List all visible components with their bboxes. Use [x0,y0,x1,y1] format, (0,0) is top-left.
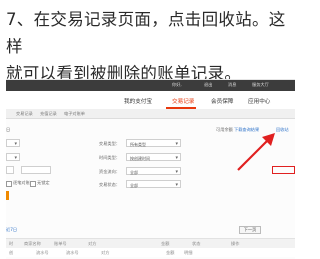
date-input-2[interactable] [21,166,51,174]
option-label-1: 逐笔对账 [13,180,30,185]
chevron-down-icon: ▾ [175,181,178,188]
main-nav: 我的支付宝 交易记录 会员保障 应用中心 [6,91,295,109]
column-subheader: 明细 [184,250,193,255]
chevron-down-icon: ▾ [175,168,178,175]
trade-type-value: 所有类型 [130,141,146,147]
date-input-1[interactable] [6,166,14,174]
column-header: 账单号 [54,241,67,246]
column-subheader: 流水号 [36,250,49,255]
option-checkbox-2[interactable] [30,181,36,187]
time-type-select[interactable]: 按创建时间 ▾ [126,153,181,161]
left-select-2[interactable]: ▾ [6,153,20,161]
option-checkbox-1[interactable] [6,181,12,187]
amount-flow-select[interactable]: 全部 ▾ [126,167,181,175]
messages-link[interactable]: 消息 [228,82,236,88]
download-link[interactable]: 下载查询结果 [234,127,259,133]
table-subheader-row: 创 流水号 流水号 对方 金额 明细 [6,248,295,257]
nav-member[interactable]: 会员保障 [211,97,233,105]
column-subheader: 对方 [101,250,110,255]
sub-tabs: 交易记录 充值记录 电子对账单 [6,109,295,119]
column-subheader: 创 [9,250,14,255]
time-type-label: 时间类型： [99,155,120,160]
trade-type-select[interactable]: 所有类型 ▾ [126,139,181,147]
option-label-2: 无锁定 [37,180,50,185]
column-header: 状态 [192,241,201,246]
tab-trade-records[interactable]: 交易记录 [16,111,33,117]
trade-status-select[interactable]: 全部 ▾ [126,180,181,188]
nav-my-alipay[interactable]: 我的支付宝 [124,97,152,105]
recycle-bin-link[interactable]: 回收站 [276,127,289,133]
search-button[interactable] [6,191,9,200]
column-subheader: 流水号 [66,250,79,255]
top-bar: 你好, 退出 消息 服务大厅 [6,80,295,91]
nav-apps[interactable]: 应用中心 [248,97,270,105]
trade-type-label: 交易类型： [99,141,120,146]
column-subheader: 金额 [166,250,175,255]
alipay-screenshot: 你好, 退出 消息 服务大厅 我的支付宝 交易记录 会员保障 应用中心 交易记录… [6,79,295,259]
caption-line-1: 7、在交易记录页面，点击回收站。这样 [6,10,286,56]
tab-statement[interactable]: 电子对账单 [64,111,85,117]
filter-panel: 日 可用余额 下载查询结果 回收站 ▾ 交易类型： 所有类型 ▾ ▾ 时间类型：… [6,119,295,259]
next-page-button[interactable]: 下一页 [239,226,261,234]
greeting: 你好, [172,82,182,87]
row-label-r: 日 [6,127,11,132]
column-header: 时 [9,241,14,246]
left-select-1[interactable]: ▾ [6,139,20,147]
balance-label: 可用余额 [216,127,233,132]
column-header: 操作 [231,241,240,246]
chevron-down-icon: ▾ [14,140,17,147]
instruction-caption: 7、在交易记录页面，点击回收站。这样 就可以看到被删除的账单记录。 [6,6,296,87]
amount-flow-label: 资金流向： [99,169,120,174]
time-type-value: 按创建时间 [130,155,150,161]
nav-trade-records[interactable]: 交易记录 [172,97,194,105]
chevron-down-icon: ▾ [14,154,17,161]
column-header: 金额 [161,241,170,246]
service-link[interactable]: 服务大厅 [252,82,269,88]
logout-link[interactable]: 退出 [204,82,212,88]
tab-recharge-records[interactable]: 充值记录 [40,111,57,117]
trade-status-value: 全部 [130,182,138,188]
chevron-down-icon: ▾ [175,140,178,147]
amount-flow-value: 全部 [130,169,138,175]
chevron-down-icon: ▾ [175,154,178,161]
trade-status-label: 交易状态： [99,182,120,187]
recycle-bin-highlight [272,166,295,174]
column-header: 商家名称 [24,241,41,246]
column-header: 对方 [88,241,97,246]
last-7-days-link[interactable]: 近7日 [6,227,17,233]
